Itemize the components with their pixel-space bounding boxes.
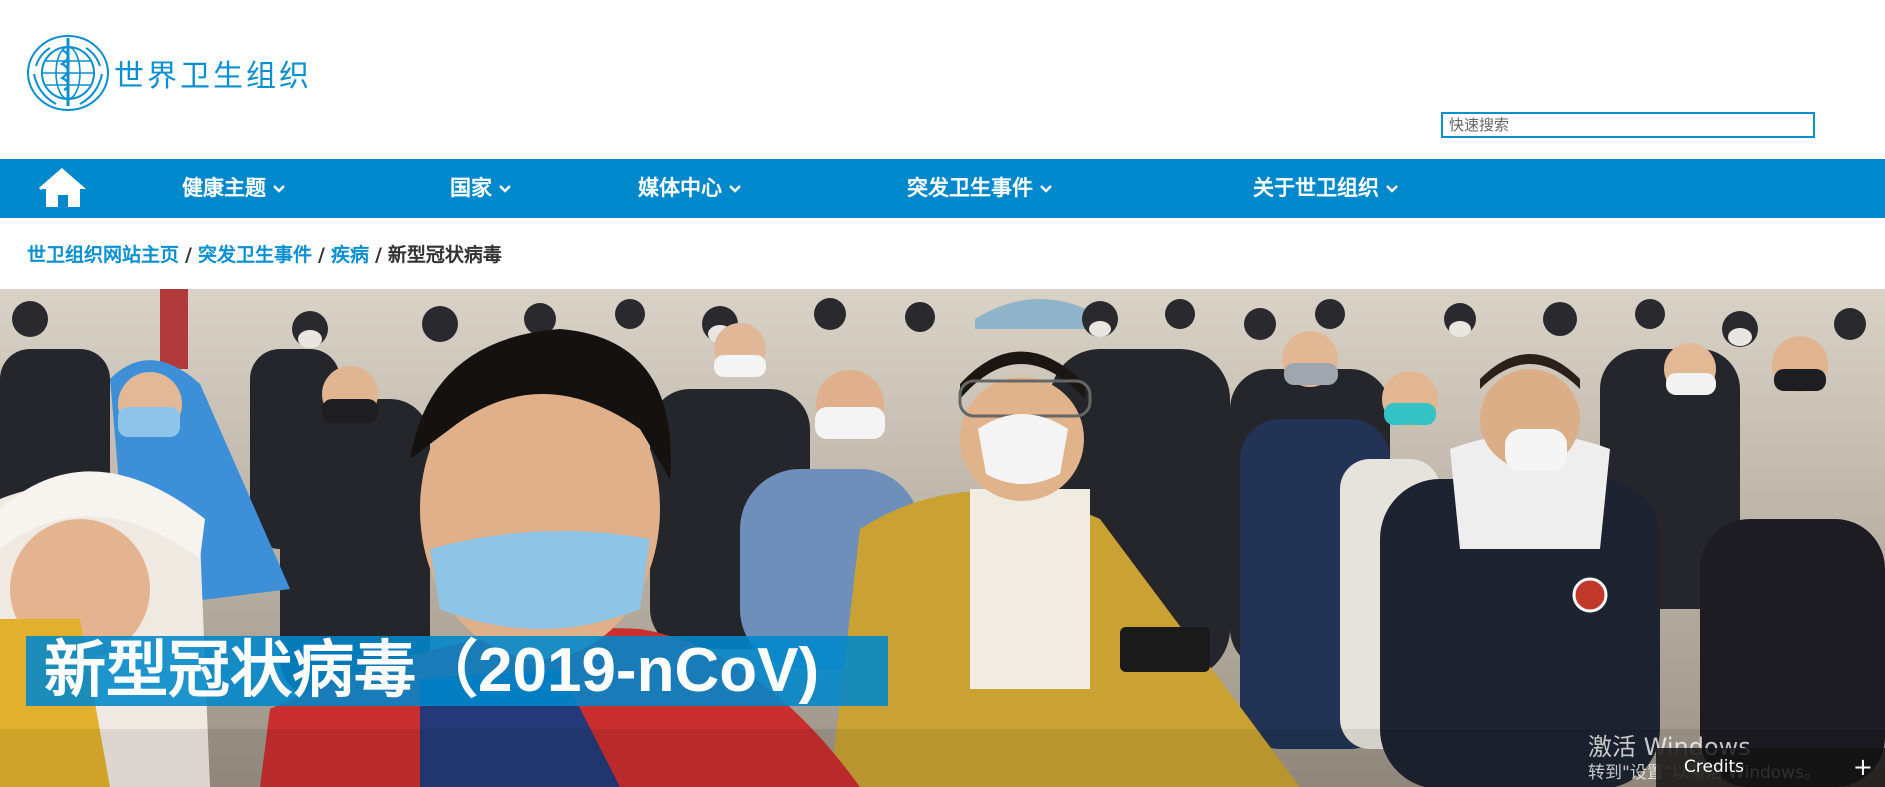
breadcrumb-link-diseases[interactable]: 疾病 (331, 244, 369, 266)
nav-item-label: 国家 (450, 176, 492, 200)
logo-text: 世界卫生组织 (114, 59, 312, 94)
nav-item-label: 突发卫生事件 (907, 176, 1033, 200)
nav-item-label: 健康主题 (182, 176, 266, 200)
nav-item-label: 关于世卫组织 (1253, 176, 1379, 200)
chevron-down-icon (1040, 185, 1052, 193)
chevron-down-icon (273, 185, 285, 193)
who-emblem-icon (27, 35, 109, 111)
nav-item-health-topics[interactable]: 健康主题 (182, 159, 286, 218)
search-input[interactable] (1441, 112, 1815, 138)
main-nav: 健康主题 国家 媒体中心 突发卫生事件 关于世卫组织 (0, 159, 1885, 218)
breadcrumb-separator: / (374, 244, 382, 266)
hero-title: 新型冠状病毒（2019-nCoV) (26, 636, 888, 706)
breadcrumb-link-home[interactable]: 世卫组织网站主页 (27, 244, 179, 266)
breadcrumb-link-emergencies[interactable]: 突发卫生事件 (198, 244, 312, 266)
nav-item-about-who[interactable]: 关于世卫组织 (1253, 159, 1399, 218)
hero-image (0, 289, 1885, 787)
breadcrumb-current: 新型冠状病毒 (387, 244, 502, 266)
chevron-down-icon (499, 185, 511, 193)
breadcrumb: 世卫组织网站主页 / 突发卫生事件 / 疾病 / 新型冠状病毒 (27, 240, 502, 267)
plus-icon: + (1852, 753, 1873, 781)
nav-item-media-centre[interactable]: 媒体中心 (638, 159, 742, 218)
crowd-photo (0, 289, 1885, 787)
credits-label: Credits (1684, 757, 1744, 777)
breadcrumb-separator: / (317, 244, 325, 266)
nav-item-label: 媒体中心 (638, 176, 722, 200)
site-header: 世界卫生组织 (0, 0, 1885, 159)
breadcrumb-separator: / (185, 244, 192, 266)
who-logo[interactable]: 世界卫生组织 (26, 34, 312, 112)
chevron-down-icon (729, 185, 741, 193)
home-icon[interactable] (38, 165, 88, 211)
credits-button[interactable]: Credits + (1656, 748, 1885, 787)
nav-item-countries[interactable]: 国家 (450, 159, 512, 218)
chevron-down-icon (1386, 185, 1398, 193)
nav-item-emergencies[interactable]: 突发卫生事件 (907, 159, 1053, 218)
